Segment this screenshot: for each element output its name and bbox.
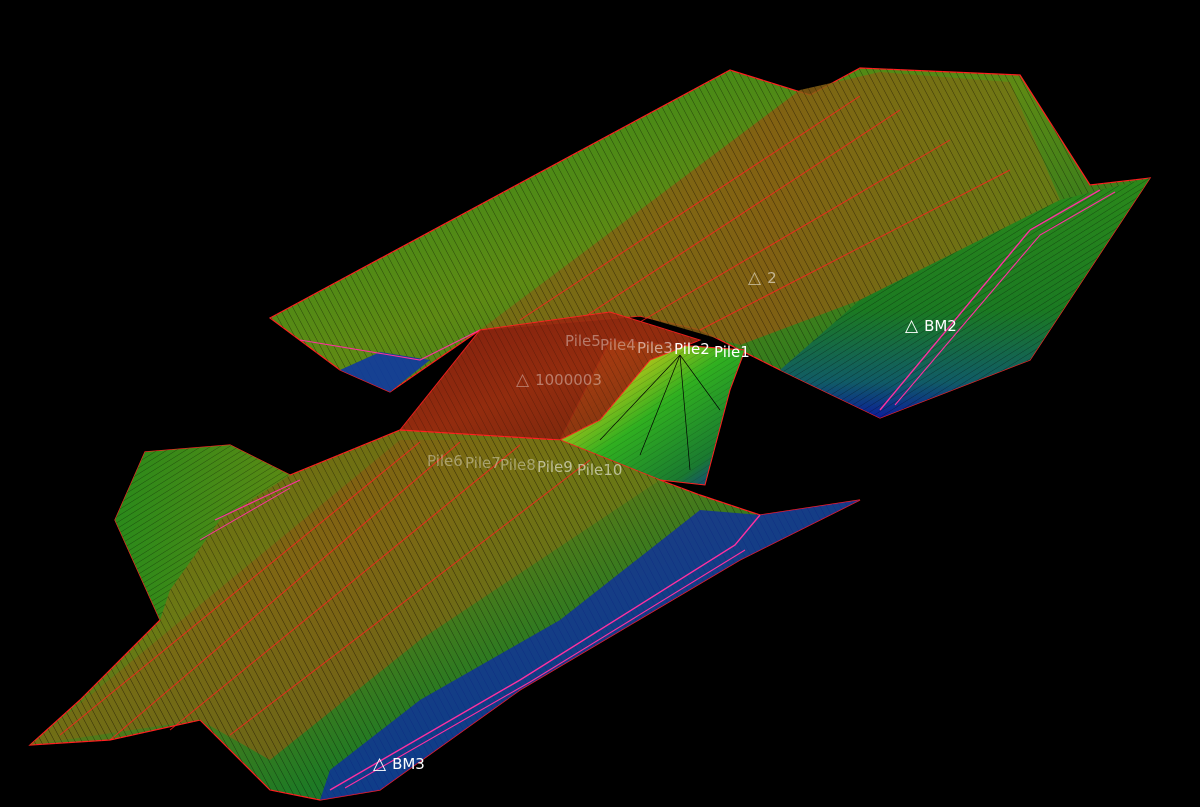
pile-label[interactable]: Pile3 bbox=[637, 341, 673, 356]
3d-viewport[interactable]: △ BM2 △ BM3 △ 2 △ 1000003 Pile5 Pile4 Pile3 … bbox=[0, 0, 1200, 807]
pile-label[interactable]: Pile7 bbox=[465, 456, 501, 471]
pile-label[interactable]: Pile8 bbox=[500, 458, 536, 473]
pile-label[interactable]: Pile10 bbox=[577, 463, 622, 478]
marker-bm2[interactable]: △ BM2 bbox=[905, 318, 957, 335]
triangle-icon: △ bbox=[905, 316, 919, 336]
marker-bm3[interactable]: △ BM3 bbox=[373, 756, 425, 773]
marker-bm2-label: BM2 bbox=[924, 317, 957, 335]
pile-label[interactable]: Pile2 bbox=[674, 342, 710, 357]
triangle-icon: △ bbox=[373, 754, 387, 774]
pile-label[interactable]: Pile6 bbox=[427, 454, 463, 469]
lower-terrain-surface bbox=[28, 429, 861, 801]
pile-label[interactable]: Pile9 bbox=[537, 460, 573, 475]
marker-2[interactable]: △ 2 bbox=[748, 270, 777, 287]
marker-2-label: 2 bbox=[767, 269, 777, 287]
marker-1000003[interactable]: △ 1000003 bbox=[516, 372, 602, 389]
pile-label[interactable]: Pile1 bbox=[714, 345, 750, 360]
terrain-mesh-canvas bbox=[28, 67, 1152, 801]
pile-label[interactable]: Pile4 bbox=[600, 338, 636, 353]
triangle-icon: △ bbox=[516, 370, 530, 390]
pile-label[interactable]: Pile5 bbox=[565, 334, 601, 349]
marker-1000003-label: 1000003 bbox=[535, 371, 602, 389]
marker-bm3-label: BM3 bbox=[392, 755, 425, 773]
triangle-icon: △ bbox=[748, 268, 762, 288]
